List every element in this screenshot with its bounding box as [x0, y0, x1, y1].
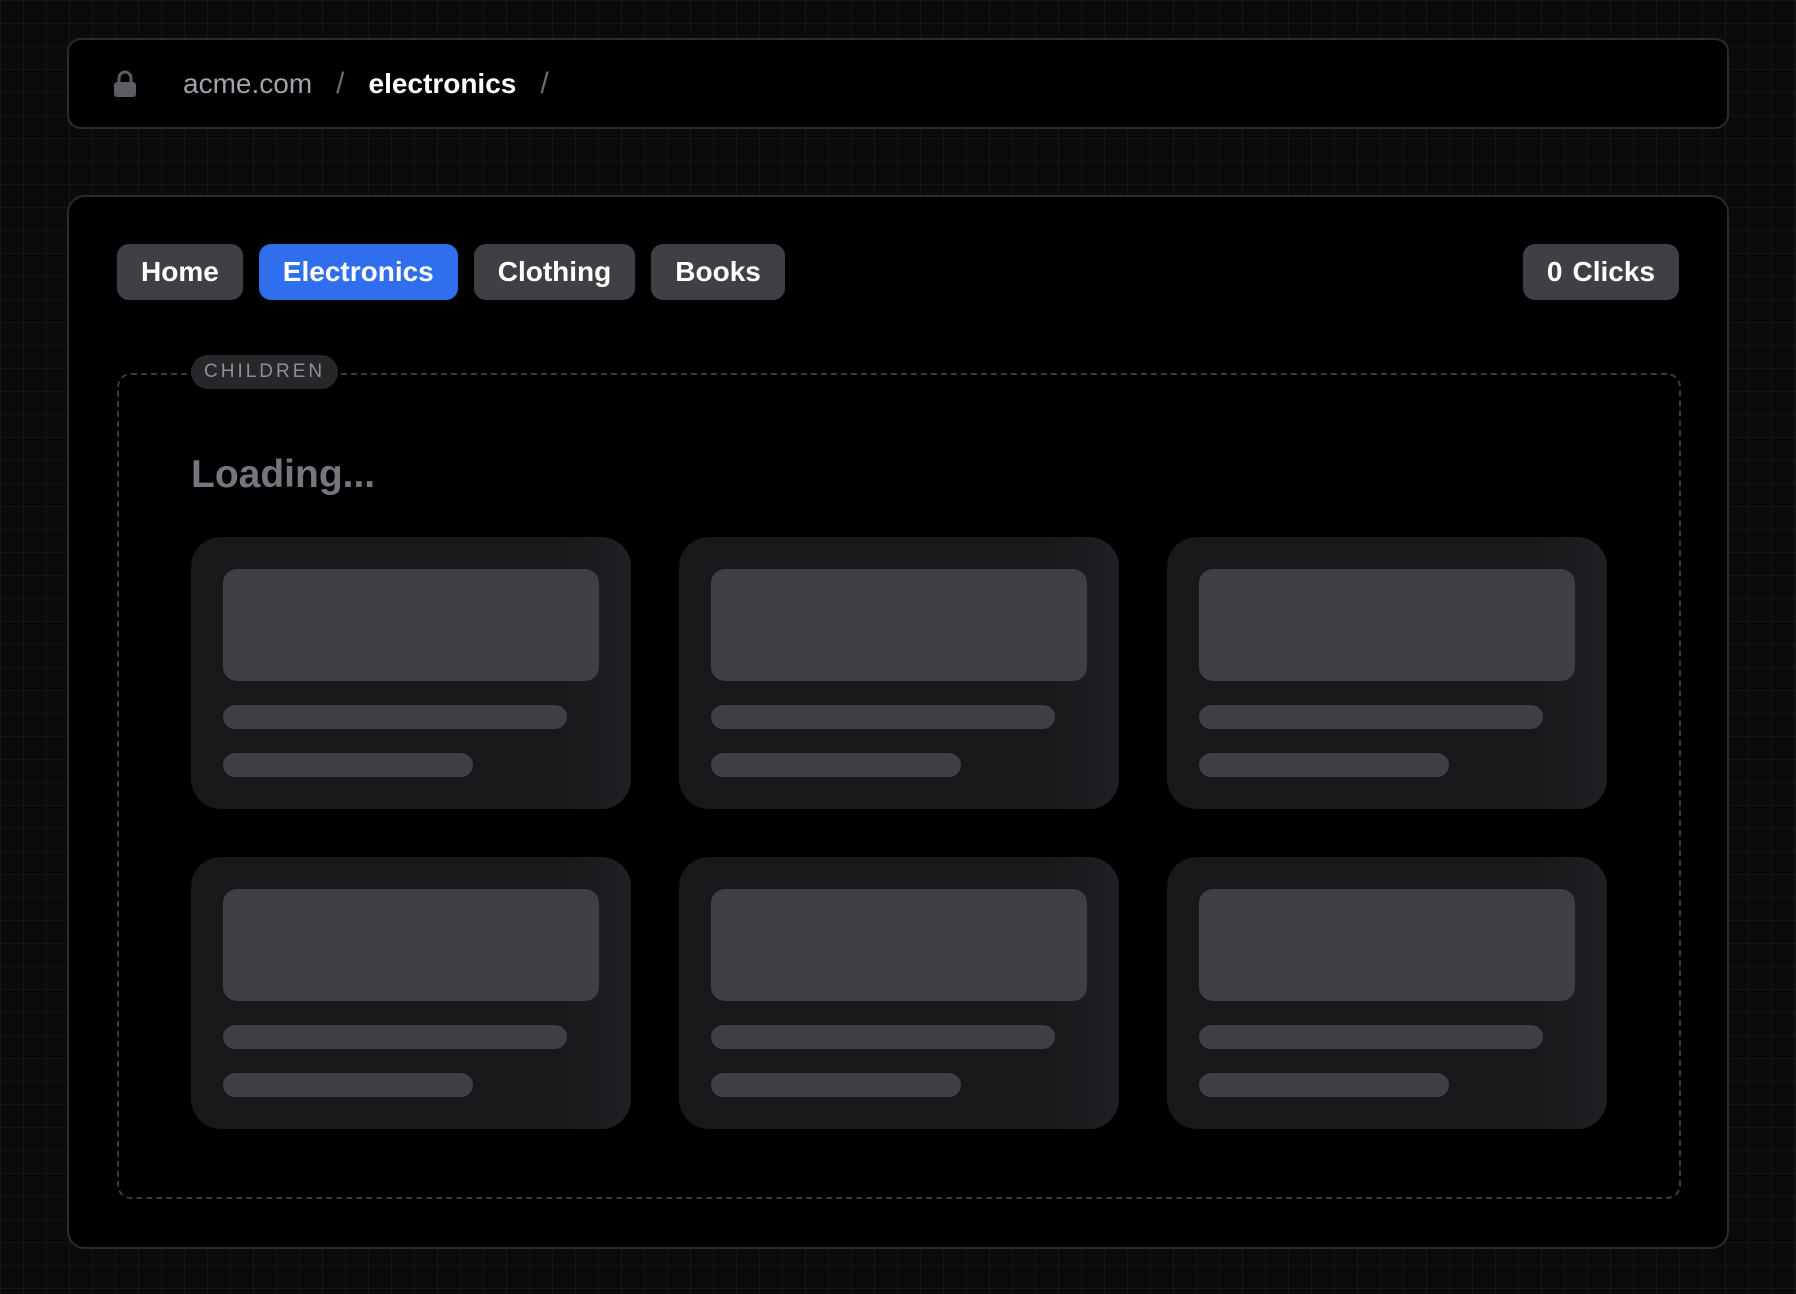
skeleton-image — [223, 569, 599, 681]
nav-clothing-button[interactable]: Clothing — [473, 244, 636, 300]
skeleton-subtitle-line — [1199, 1073, 1449, 1097]
skeleton-subtitle-line — [1199, 753, 1449, 777]
nav-books-button[interactable]: Books — [651, 244, 785, 300]
layout-frame: Home Electronics Clothing Books 0 Clicks … — [67, 195, 1729, 1249]
skeleton-image — [1199, 889, 1575, 1001]
skeleton-image — [711, 569, 1087, 681]
skeleton-image — [711, 889, 1087, 1001]
children-boundary: CHILDREN Loading... — [117, 355, 1681, 1199]
click-label: Clicks — [1572, 256, 1656, 287]
skeleton-subtitle-line — [223, 753, 473, 777]
breadcrumb-domain[interactable]: acme.com — [183, 69, 312, 98]
skeleton-card — [679, 537, 1119, 809]
skeleton-title-line — [1199, 1025, 1543, 1049]
skeleton-subtitle-line — [711, 1073, 961, 1097]
skeleton-image — [1199, 569, 1575, 681]
breadcrumb-separator: / — [540, 66, 549, 100]
category-nav: Home Electronics Clothing Books — [117, 244, 785, 300]
skeleton-card — [191, 537, 631, 809]
lock-icon — [113, 70, 139, 98]
address-bar[interactable]: acme.com / electronics / — [67, 38, 1729, 129]
skeleton-card — [679, 857, 1119, 1129]
skeleton-title-line — [223, 705, 567, 729]
skeleton-title-line — [711, 1025, 1055, 1049]
skeleton-title-line — [223, 1025, 567, 1049]
click-counter-button[interactable]: 0 Clicks — [1522, 244, 1679, 300]
skeleton-image — [223, 889, 599, 1001]
nav-home-button[interactable]: Home — [117, 244, 243, 300]
loading-text: Loading... — [191, 453, 376, 496]
click-count: 0 — [1546, 256, 1563, 287]
breadcrumb-separator: / — [336, 66, 345, 100]
children-label: CHILDREN — [191, 355, 339, 389]
skeleton-card — [1167, 857, 1607, 1129]
skeleton-subtitle-line — [223, 1073, 473, 1097]
skeleton-subtitle-line — [711, 753, 961, 777]
skeleton-card — [1167, 537, 1607, 809]
breadcrumb-segment-electronics[interactable]: electronics — [369, 69, 517, 98]
skeleton-grid — [191, 537, 1607, 1129]
skeleton-title-line — [1199, 705, 1543, 729]
skeleton-title-line — [711, 705, 1055, 729]
nav-electronics-button[interactable]: Electronics — [258, 244, 458, 300]
skeleton-card — [191, 857, 631, 1129]
